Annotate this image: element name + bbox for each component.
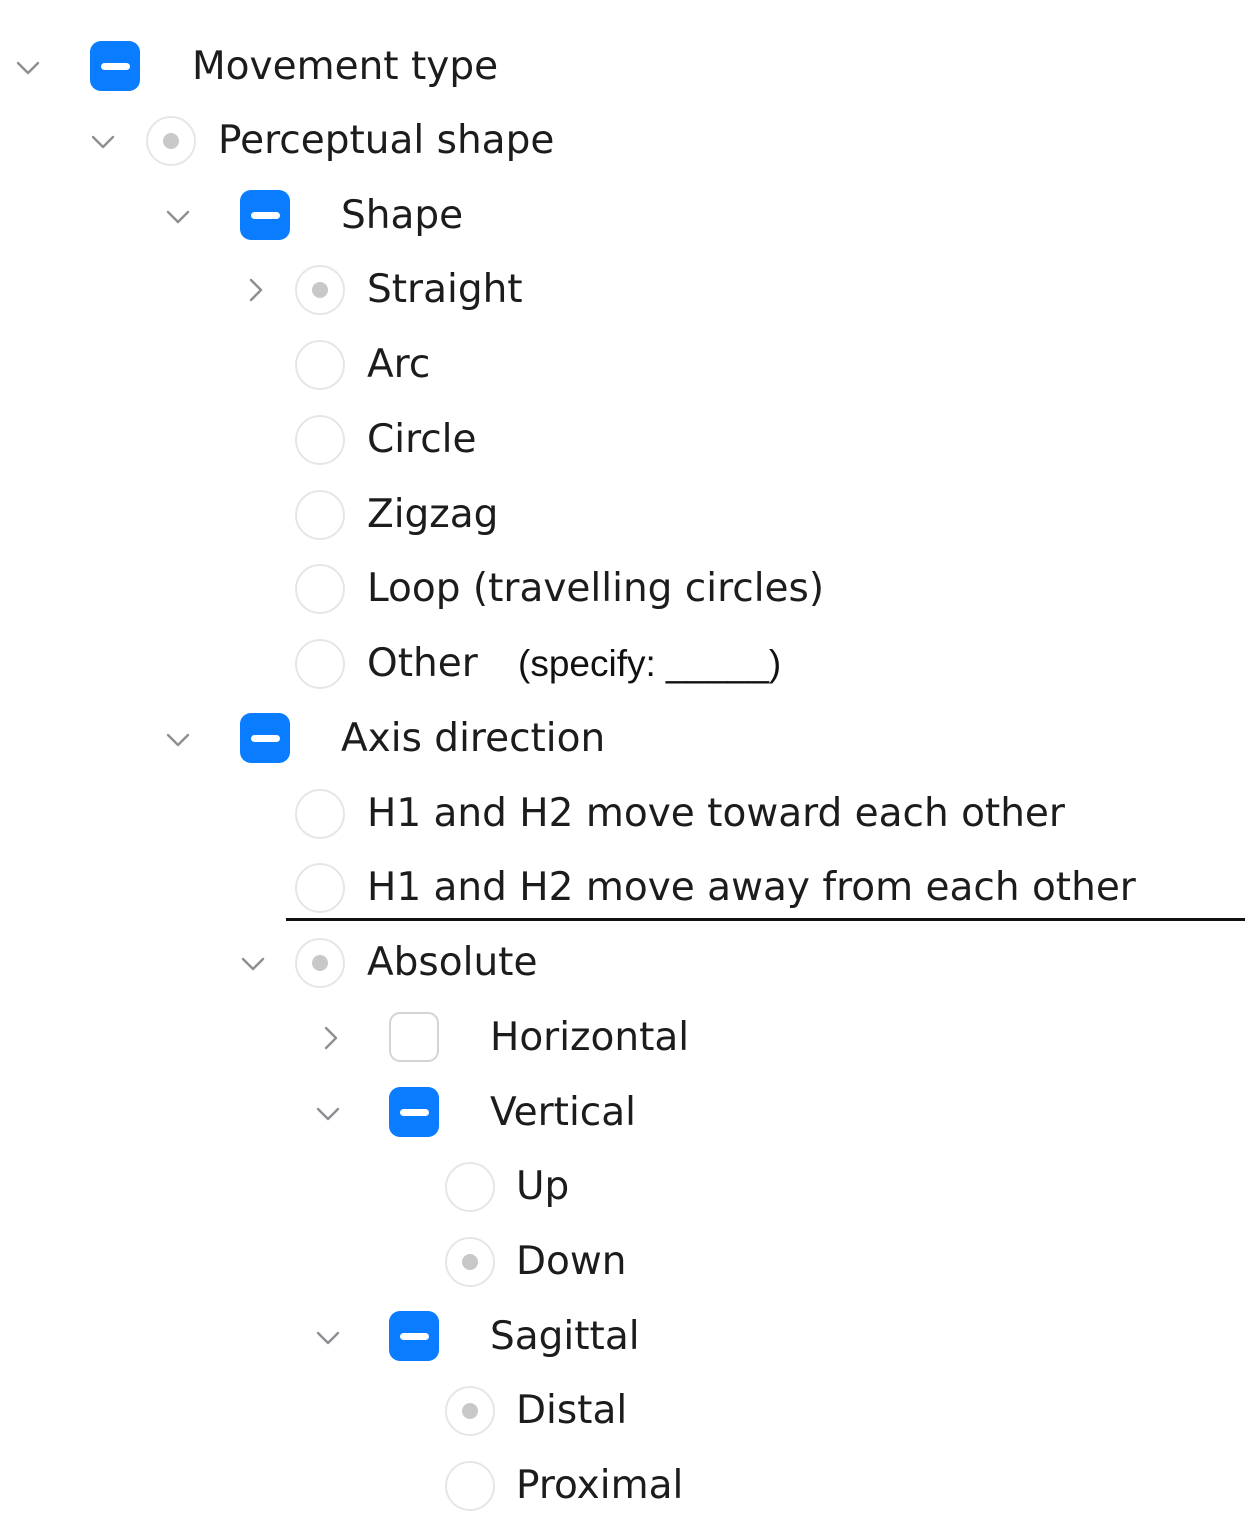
tree-row-move-away[interactable]: H1 and H2 move away from each other [0,851,1245,925]
tree-row-circle[interactable]: Circle [0,403,1245,477]
chevron-down-icon[interactable] [88,126,118,156]
tree-row-perceptual-shape[interactable]: Perceptual shape [0,104,1245,178]
radio-up[interactable] [445,1162,495,1212]
tree-row-label: Proximal [516,1463,684,1508]
radio-dot-icon [462,1403,478,1419]
specify-annotation: (specify: _____) [518,643,782,684]
radio-circle[interactable] [295,415,345,465]
radio-move-away[interactable] [295,863,345,913]
tree-row-label: Down [516,1239,627,1284]
tree-row-arc[interactable]: Arc [0,328,1245,402]
minus-icon [250,734,280,742]
radio-absolute[interactable] [295,938,345,988]
tree-row-shape[interactable]: Shape [0,179,1245,253]
tree-row-label: Sagittal [490,1314,640,1359]
divider-line [286,918,1245,921]
radio-proximal[interactable] [445,1461,495,1511]
tree-row-label: Movement type [192,44,499,89]
radio-dot-icon [312,955,328,971]
checkbox-mixed-sagittal[interactable] [389,1311,439,1361]
minus-icon [250,211,280,219]
tree-row-label: Zigzag [367,492,499,537]
chevron-down-icon[interactable] [313,1322,343,1352]
checkbox-horizontal[interactable] [389,1012,439,1062]
tree-row-axis-direction[interactable]: Axis direction [0,702,1245,776]
radio-straight[interactable] [295,265,345,315]
tree-row-label: Arc [367,342,431,387]
tree-row-label: Axis direction [341,716,606,761]
tree-row-label: Circle [367,417,477,462]
tree-row-label: H1 and H2 move toward each other [367,791,1065,836]
chevron-down-icon[interactable] [13,52,43,82]
tree-row-label: Straight [367,267,523,312]
tree-row-sagittal[interactable]: Sagittal [0,1300,1245,1374]
minus-icon [399,1108,429,1116]
minus-icon [100,62,130,70]
chevron-down-icon[interactable] [313,1098,343,1128]
radio-dot-icon [462,1254,478,1270]
radio-other[interactable] [295,639,345,689]
radio-dot-icon [312,282,328,298]
radio-distal[interactable] [445,1386,495,1436]
tree-row-straight[interactable]: Straight [0,253,1245,327]
tree-row-label: Vertical [490,1090,636,1135]
tree-row-horizontal[interactable]: Horizontal [0,1001,1245,1075]
tree-row-move-toward[interactable]: H1 and H2 move toward each other [0,777,1245,851]
tree-row-absolute[interactable]: Absolute [0,926,1245,1000]
tree-row-down[interactable]: Down [0,1225,1245,1299]
radio-dot-icon [163,133,179,149]
tree-row-label: Perceptual shape [218,118,555,163]
tree-row-label: Other [367,641,478,686]
tree-row-vertical[interactable]: Vertical [0,1076,1245,1150]
tree-row-proximal[interactable]: Proximal [0,1449,1245,1523]
tree-row-label: Up [516,1164,570,1209]
minus-icon [399,1332,429,1340]
chevron-down-icon[interactable] [238,948,268,978]
checkbox-mixed-axis-direction[interactable] [240,713,290,763]
checkbox-mixed-vertical[interactable] [389,1087,439,1137]
checkbox-mixed-movement-type[interactable] [90,41,140,91]
radio-zigzag[interactable] [295,490,345,540]
chevron-down-icon[interactable] [163,201,193,231]
radio-loop[interactable] [295,564,345,614]
chevron-down-icon[interactable] [163,724,193,754]
radio-move-toward[interactable] [295,789,345,839]
radio-perceptual-shape[interactable] [146,116,196,166]
radio-down[interactable] [445,1237,495,1287]
tree-row-loop[interactable]: Loop (travelling circles) [0,552,1245,626]
tree-row-zigzag[interactable]: Zigzag [0,478,1245,552]
tree-row-distal[interactable]: Distal [0,1374,1245,1448]
tree-row-label: H1 and H2 move away from each other [367,865,1136,910]
tree-row-label: Horizontal [490,1015,690,1060]
radio-arc[interactable] [295,340,345,390]
chevron-right-icon[interactable] [315,1023,345,1053]
tree-row-label: Loop (travelling circles) [367,566,825,611]
tree-row-movement-type[interactable]: Movement type [0,30,1245,104]
tree-row-other[interactable]: Other (specify: _____) [0,627,1245,701]
tree-row-label: Absolute [367,940,538,985]
chevron-right-icon[interactable] [240,275,270,305]
checkbox-mixed-shape[interactable] [240,190,290,240]
tree-row-label: Shape [341,193,464,238]
tree-row-label: Distal [516,1388,628,1433]
tree-row-up[interactable]: Up [0,1150,1245,1224]
